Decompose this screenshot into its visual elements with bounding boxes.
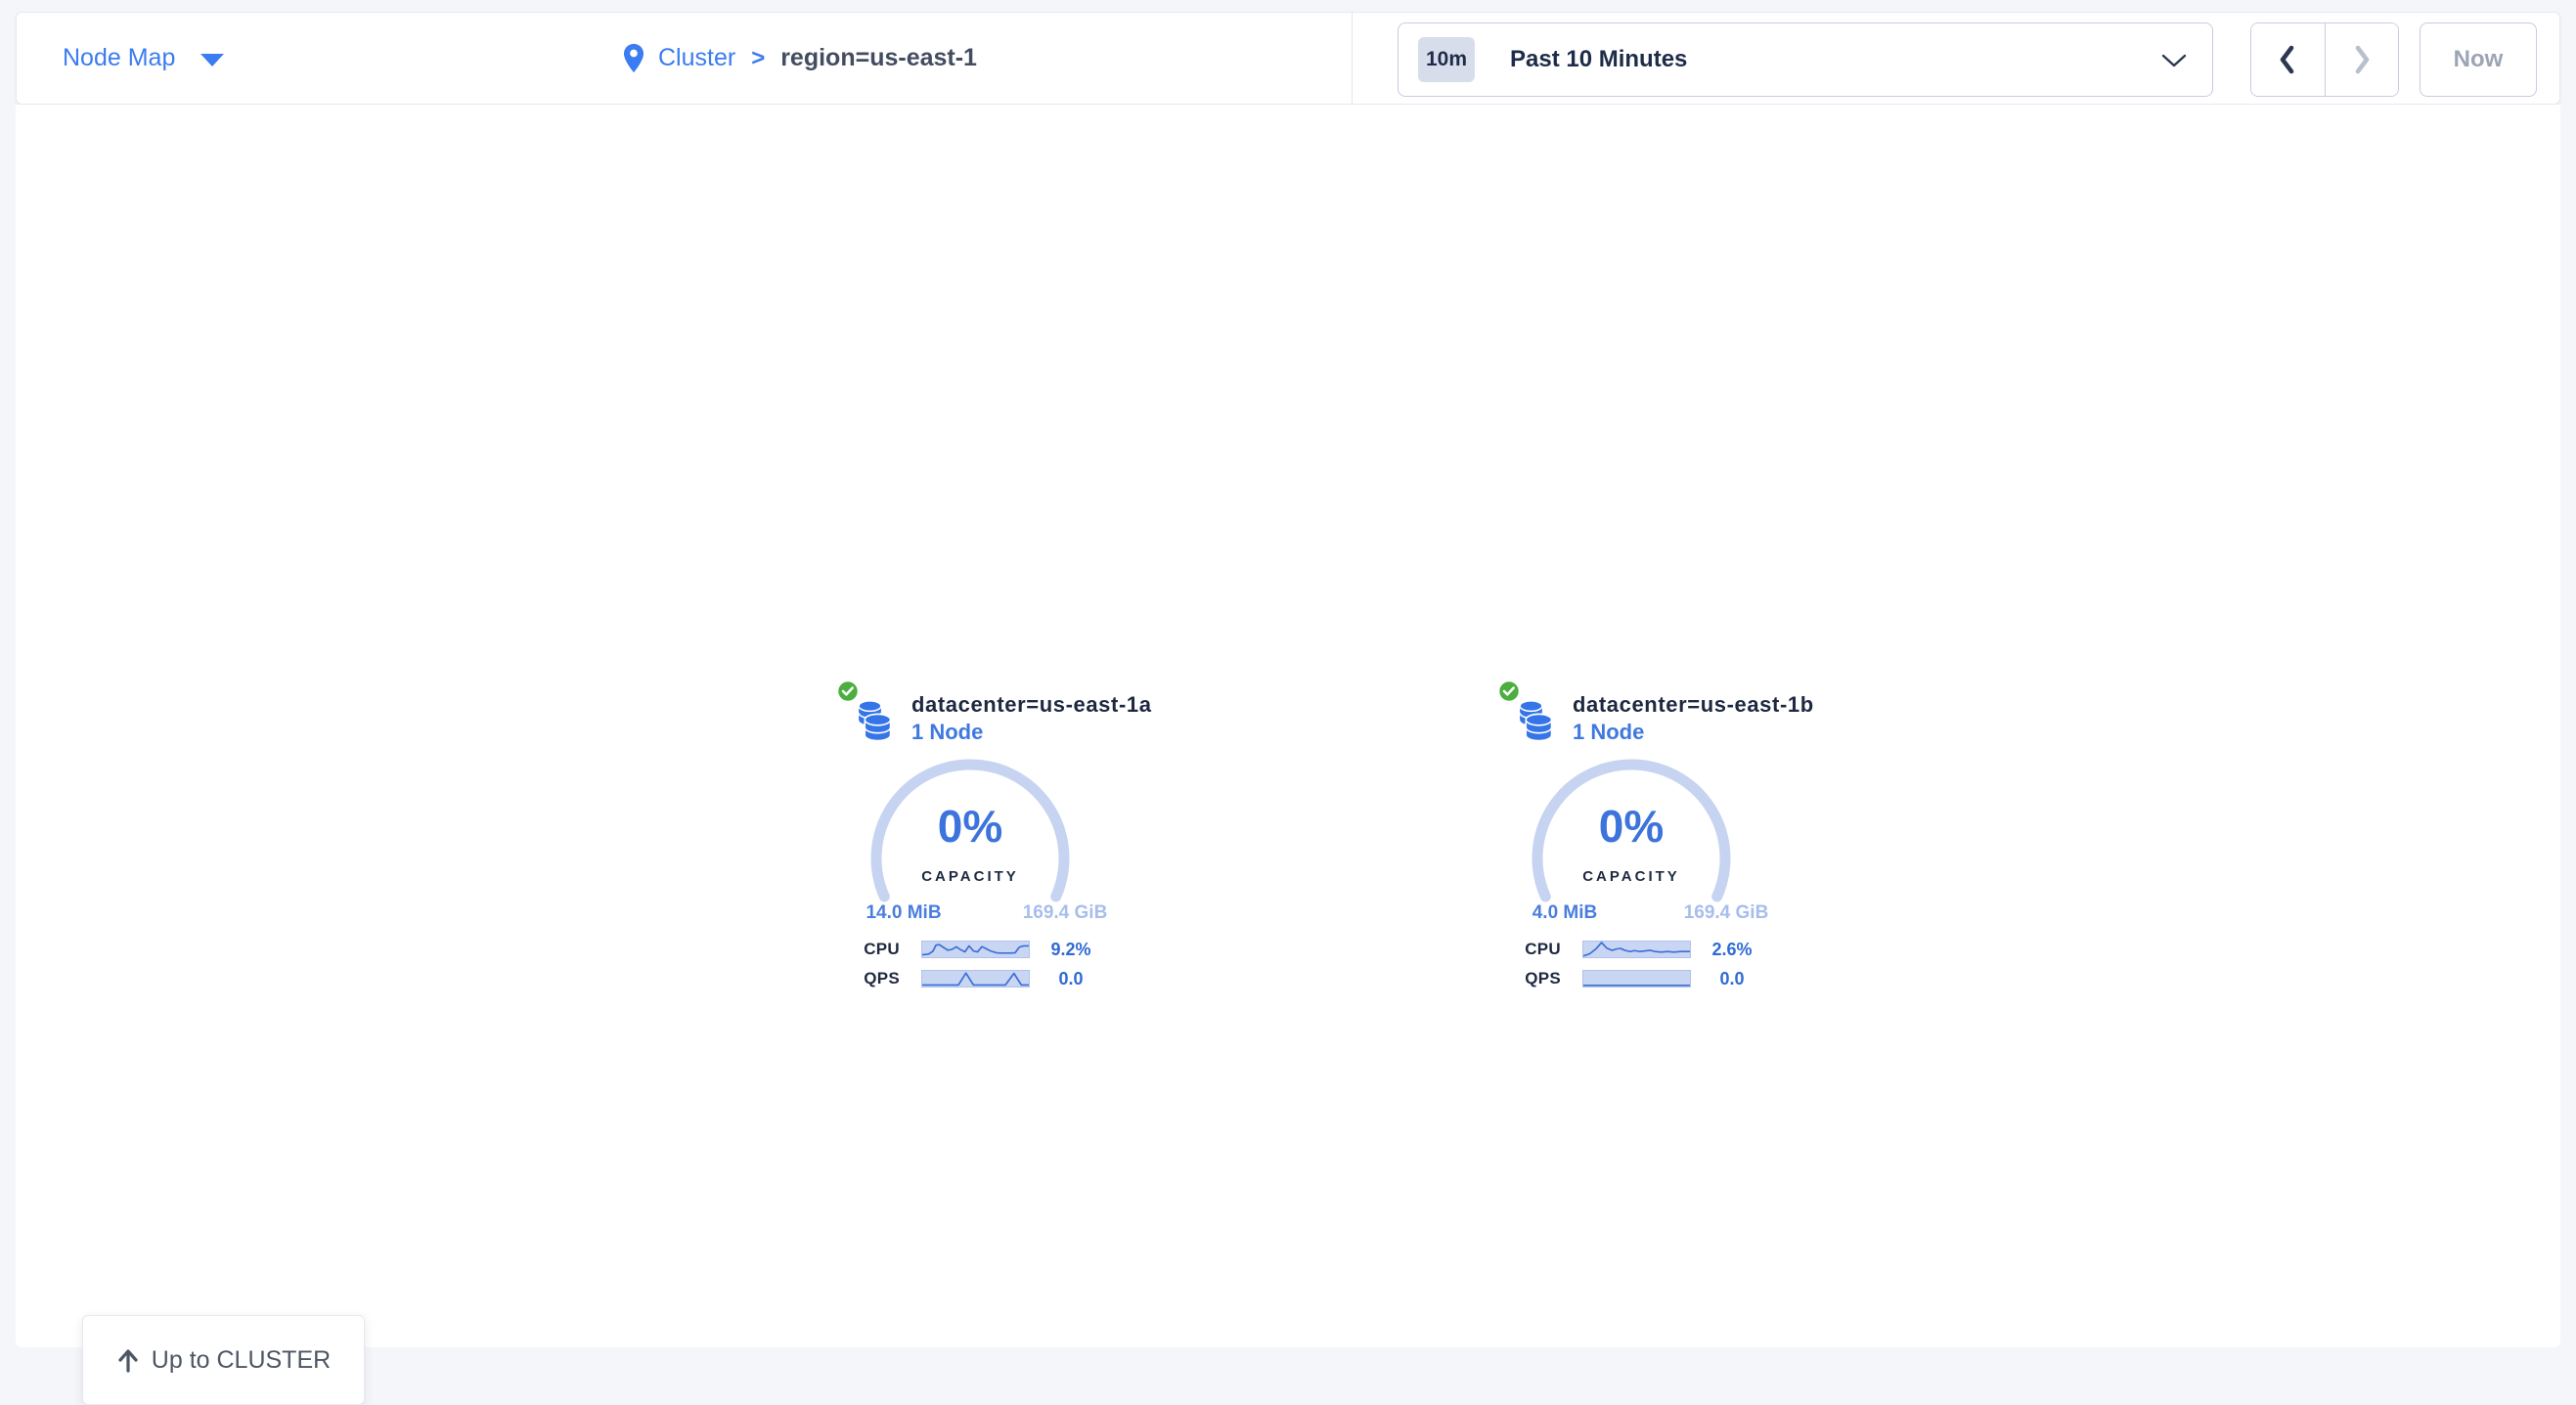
metric-sparkline: [921, 941, 1030, 958]
time-prev-button[interactable]: [2251, 23, 2326, 96]
up-to-cluster-button[interactable]: Up to CLUSTER: [82, 1315, 365, 1405]
metric-sparkline: [1582, 970, 1691, 988]
metric-label: QPS: [1496, 970, 1561, 988]
locality-title: datacenter=us-east-1b: [1573, 692, 1814, 718]
now-button[interactable]: Now: [2420, 22, 2537, 97]
view-selector-label: Node Map: [63, 44, 175, 72]
capacity-percent: 0%: [863, 800, 1078, 853]
metric-sparkline: [1582, 941, 1691, 958]
capacity-used: 14.0 MiB: [835, 902, 972, 924]
metric-label: QPS: [835, 970, 900, 988]
locality-cards: datacenter=us-east-1a 1 Node 0% CAPACITY…: [16, 105, 2560, 1347]
metric-row: CPU 9.2%: [835, 941, 1129, 958]
capacity-label: CAPACITY: [1524, 868, 1739, 885]
capacity-used: 4.0 MiB: [1496, 902, 1633, 924]
metric-row: CPU 2.6%: [1496, 941, 1790, 958]
database-stack-icon: [1514, 696, 1555, 745]
breadcrumb: Cluster > region=us-east-1: [623, 13, 977, 104]
chevron-down-icon: [2161, 54, 2187, 68]
capacity-percent: 0%: [1524, 800, 1739, 853]
time-nav-group: [2250, 22, 2399, 97]
capacity-total: 169.4 GiB: [1653, 902, 1799, 924]
locality-card[interactable]: datacenter=us-east-1a 1 Node 0% CAPACITY…: [835, 677, 1129, 1009]
locality-title: datacenter=us-east-1a: [911, 692, 1152, 718]
metric-row: QPS 0.0: [835, 970, 1129, 988]
time-window-select[interactable]: 10m Past 10 Minutes: [1398, 22, 2213, 97]
capacity-label: CAPACITY: [863, 868, 1078, 885]
metric-label: CPU: [835, 941, 900, 958]
time-window-label: Past 10 Minutes: [1510, 46, 1687, 73]
topbar: Node Map Cluster > region=us-east-1 10m …: [16, 12, 2560, 105]
up-to-cluster-label: Up to CLUSTER: [152, 1346, 331, 1375]
metric-value: 0.0: [1696, 970, 1768, 988]
chevron-left-icon: [2277, 43, 2298, 76]
location-pin-icon: [623, 43, 644, 73]
time-window-badge: 10m: [1418, 37, 1475, 82]
breadcrumb-current: region=us-east-1: [780, 44, 977, 72]
metric-row: QPS 0.0: [1496, 970, 1790, 988]
metric-value: 0.0: [1035, 970, 1107, 988]
view-selector-dropdown[interactable]: Node Map: [46, 13, 224, 104]
time-next-button[interactable]: [2326, 23, 2399, 96]
locality-node-count: 1 Node: [911, 720, 983, 745]
metric-value: 9.2%: [1035, 941, 1107, 958]
locality-card[interactable]: datacenter=us-east-1b 1 Node 0% CAPACITY…: [1496, 677, 1790, 1009]
metric-label: CPU: [1496, 941, 1561, 958]
metric-value: 2.6%: [1696, 941, 1768, 958]
topbar-divider: [1352, 13, 1353, 104]
chevron-right-icon: [2351, 43, 2373, 76]
database-stack-icon: [853, 696, 894, 745]
locality-node-count: 1 Node: [1573, 720, 1644, 745]
metric-sparkline: [921, 970, 1030, 988]
capacity-total: 169.4 GiB: [992, 902, 1138, 924]
breadcrumb-separator: >: [751, 45, 765, 72]
node-map-canvas: datacenter=us-east-1a 1 Node 0% CAPACITY…: [16, 105, 2560, 1347]
breadcrumb-cluster-link[interactable]: Cluster: [658, 44, 735, 72]
arrow-up-icon: [116, 1347, 140, 1373]
caret-down-icon: [200, 54, 224, 66]
node-map-screen: { "colors": { "page_bg": "#f5f6fa", "pan…: [0, 0, 2576, 1369]
